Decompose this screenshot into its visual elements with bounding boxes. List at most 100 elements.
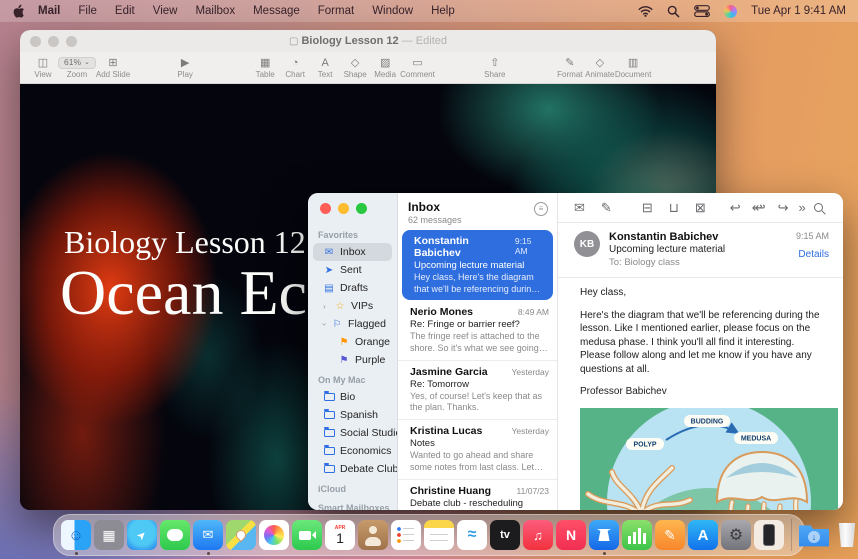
chevron-icon[interactable]: › [323,302,329,311]
message-row[interactable]: Nerio Mones8:49 AMRe: Fringe or barrier … [398,301,557,359]
add-slide-icon: ⊞ [108,57,117,69]
dock-item-reminders[interactable] [391,520,421,550]
dock-item-notes[interactable] [424,520,454,550]
spotlight-search-icon[interactable] [667,5,680,18]
control-center-icon[interactable] [694,5,710,17]
keynote-tool-chart[interactable]: ◔Chart [280,57,310,79]
message-row[interactable]: Kristina LucasYesterdayNotesWanted to go… [398,419,557,478]
keynote-tool-add-slide[interactable]: ⊞Add Slide [96,57,130,79]
search-icon[interactable] [814,203,823,212]
keynote-tool-shape[interactable]: ◇Shape [340,57,370,79]
sidebar-item-flagged[interactable]: ›⚐Flagged [313,315,392,333]
trash-icon[interactable]: ⊔ [669,201,679,214]
sidebar-item-purple[interactable]: ⚑Purple [313,351,392,369]
dock-item-settings[interactable] [721,520,751,550]
menu-format[interactable]: Format [309,5,363,17]
sidebar-item-spanish[interactable]: Spanish [313,406,392,424]
dock-item-music[interactable] [523,520,553,550]
dock-item-iphone-mirroring[interactable] [754,520,784,550]
dock-item-calendar[interactable]: APR1 [325,520,355,550]
mail-icon[interactable]: ✉ [574,201,585,214]
slide-subtitle-text[interactable]: Ocean Ec [60,256,307,330]
dock-item-keynote[interactable] [589,520,619,550]
table-icon: ▦ [260,57,270,69]
sidebar-item-sent[interactable]: ➤Sent [313,261,392,279]
wifi-icon[interactable] [638,5,653,17]
sidebar-item-orange[interactable]: ⚑Orange [313,333,392,351]
keynote-tool-text[interactable]: AText [310,57,340,79]
keynote-tool-format[interactable]: ✎Format [555,57,585,79]
dock-item-trash[interactable] [832,520,858,550]
dock-item-contacts[interactable] [358,520,388,550]
zoom-level-control[interactable]: 61%⌄ [58,57,96,69]
keynote-tool-table[interactable]: ▦Table [250,57,280,79]
keynote-tool-document[interactable]: ▥Document [615,57,651,79]
dock-item-launchpad[interactable] [94,520,124,550]
menu-message[interactable]: Message [244,5,309,17]
tool-label: Chart [285,71,305,79]
message-sender: Christine Huang [410,485,491,497]
menu-view[interactable]: View [144,5,187,17]
details-link[interactable]: Details [796,249,829,260]
inbox-icon: ✉ [323,247,335,258]
folder-icon [324,393,335,401]
minimize-button[interactable] [338,203,349,214]
dock-item-downloads[interactable] [799,520,829,550]
dock-item-photos[interactable] [259,520,289,550]
sidebar-item-inbox[interactable]: ✉Inbox [313,243,392,261]
mail-window: Favorites✉Inbox➤Sent▤Drafts›☆VIPs›⚐Flagg… [308,193,843,510]
menu-help[interactable]: Help [422,5,464,17]
menu-bar-clock[interactable]: Tue Apr 1 9:41 AM [751,5,846,17]
desktop-wallpaper: MailFileEditViewMailboxMessageFormatWind… [0,0,858,559]
message-header: KB Konstantin Babichev Upcoming lecture … [558,223,843,278]
apple-menu[interactable] [12,4,25,19]
dock-item-safari[interactable] [127,520,157,550]
chevron-icon[interactable]: › [320,322,329,325]
dock-item-messages[interactable] [160,520,190,550]
keynote-tool-view[interactable]: ◫View [28,57,58,79]
reply-icon[interactable]: ↩ [730,201,741,214]
dock-item-mail[interactable] [193,520,223,550]
junk-icon[interactable]: ⊠ [695,201,706,214]
menu-mailbox[interactable]: Mailbox [186,5,244,17]
keynote-tool-play[interactable]: ▶Play [170,57,200,79]
message-row[interactable]: Christine Huang11/07/23Debate club - res… [398,479,557,511]
menu-window[interactable]: Window [363,5,422,17]
sidebar-item-economics[interactable]: Economics [313,442,392,460]
keynote-tool-comment[interactable]: ▭Comment [400,57,435,79]
menu-file[interactable]: File [69,5,106,17]
compose-icon[interactable]: ✎ [601,201,612,214]
menu-mail[interactable]: Mail [29,5,69,17]
flag-orange-icon: ⚑ [338,337,350,348]
dock-item-freeform[interactable] [457,520,487,550]
zoom-button[interactable] [356,203,367,214]
archive-icon[interactable]: ⊟ [642,201,653,214]
forward-icon[interactable]: ↪ [778,201,789,214]
dock-item-pages[interactable] [655,520,685,550]
keynote-tool-zoom[interactable]: 61%⌄Zoom [58,57,96,79]
keynote-tool-animate[interactable]: ◇Animate [585,57,615,79]
dock-item-maps[interactable] [226,520,256,550]
dock-item-news[interactable] [556,520,586,550]
reply-all-icon[interactable]: ↩ [755,201,766,214]
sidebar-item-bio[interactable]: Bio [313,388,392,406]
sidebar-item-vips[interactable]: ›☆VIPs [313,297,392,315]
filter-icon[interactable]: ≡ [534,202,548,216]
keynote-tool-share[interactable]: ⇧Share [480,57,510,79]
keynote-tool-media[interactable]: ▨Media [370,57,400,79]
chevron-down-icon: ⌄ [84,59,90,66]
dock-item-finder[interactable] [61,520,91,550]
more-chevrons-icon[interactable]: » [799,201,806,214]
message-row[interactable]: Jasmine GarciaYesterdayRe: TomorrowYes, … [398,360,557,419]
sidebar-item-social-studies[interactable]: Social Studies [313,424,392,442]
sidebar-item-drafts[interactable]: ▤Drafts [313,279,392,297]
dock-item-numbers[interactable] [622,520,652,550]
menu-edit[interactable]: Edit [106,5,144,17]
message-row[interactable]: Konstantin Babichev9:15 AMUpcoming lectu… [402,230,553,300]
dock-item-app-store[interactable] [688,520,718,550]
close-button[interactable] [320,203,331,214]
sidebar-item-debate-club[interactable]: Debate Club [313,460,392,478]
dock-item-facetime[interactable] [292,520,322,550]
dock-item-tv[interactable] [490,520,520,550]
apple-intelligence-icon[interactable] [724,5,737,18]
